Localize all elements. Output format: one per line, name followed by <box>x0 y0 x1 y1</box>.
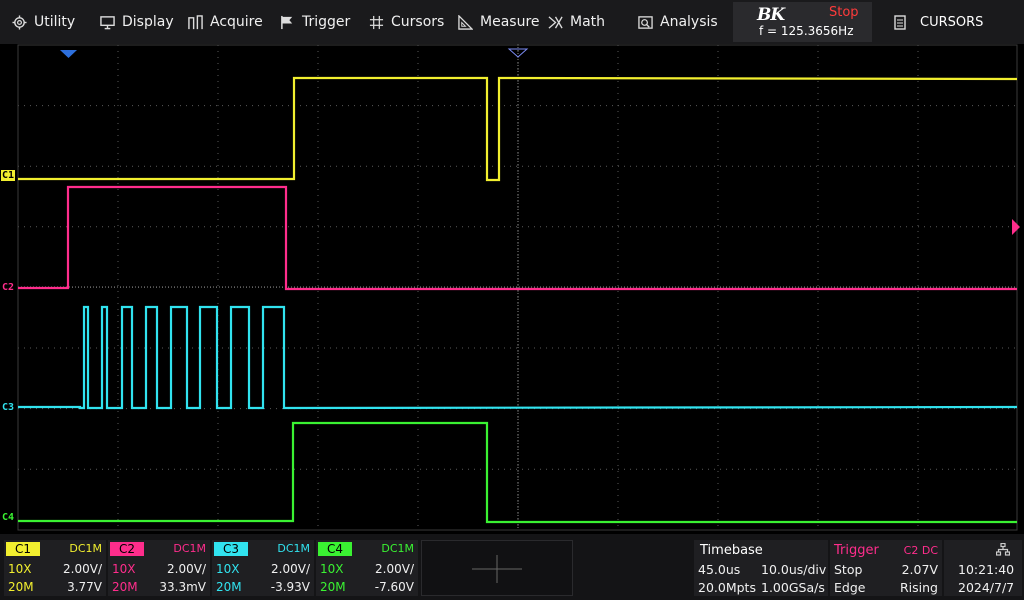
channel-1-level-label[interactable]: C1 <box>1 170 16 181</box>
trigger-level: 2.07V <box>901 562 938 577</box>
monitor-icon <box>100 15 115 29</box>
channel-3-probe: 10X <box>216 562 240 576</box>
channel-1-settings[interactable]: C1 DC1M 10X 2.00V/ 20M 3.77V <box>4 540 106 596</box>
timebase-label: Timebase <box>700 543 763 558</box>
menu-acquire[interactable]: Acquire <box>188 0 263 44</box>
channel-4-scale: 2.00V/ <box>375 562 414 576</box>
menu-measure[interactable]: Measure <box>458 0 540 44</box>
channel-4-offset: -7.60V <box>374 580 414 594</box>
trigger-level-marker[interactable] <box>1012 219 1020 235</box>
trigger-mode: Stop <box>834 562 863 577</box>
trigger-panel[interactable]: Trigger C2 DC Stop 2.07V Edge Rising <box>830 540 942 596</box>
math-icon <box>548 15 563 29</box>
menu-math-label: Math <box>570 14 606 30</box>
channel-4-level-label[interactable]: C4 <box>1 512 15 523</box>
menu-analysis[interactable]: Analysis <box>638 0 718 44</box>
clock-date: 2024/7/7 <box>958 580 1015 595</box>
channel-4-probe: 10X <box>320 562 344 576</box>
trigger-position-marker[interactable] <box>60 50 77 58</box>
flag-icon <box>281 15 293 29</box>
trigger-source: C2 DC <box>903 544 938 557</box>
menu-trigger[interactable]: Trigger <box>280 0 350 44</box>
menu-utility[interactable]: Utility <box>12 0 75 44</box>
menu-trigger-label: Trigger <box>302 14 351 30</box>
menu-cursors[interactable]: Cursors <box>369 0 444 44</box>
channel-3-coupling: DC1M <box>277 542 310 555</box>
channel-2-tag: C2 <box>110 542 144 556</box>
clock-panel: 10:21:40 2024/7/7 <box>944 540 1022 596</box>
channel-1-coupling: DC1M <box>69 542 102 555</box>
channel-1-offset: 3.77V <box>67 580 102 594</box>
channel-3-offset: -3.93V <box>270 580 310 594</box>
channel-4-settings[interactable]: C4 DC1M 10X 2.00V/ 20M -7.60V <box>316 540 418 596</box>
trigger-type: Edge <box>834 580 866 595</box>
brand-status-panel: BK Stop f = 125.3656Hz <box>733 2 872 42</box>
run-status[interactable]: Stop <box>829 5 859 20</box>
gear-icon <box>12 14 27 30</box>
top-menu-bar: Utility Display Acquire Trigger Cursors … <box>0 0 1024 44</box>
channel-4-coupling: DC1M <box>381 542 414 555</box>
channel-3-tag: C3 <box>214 542 248 556</box>
brand-logo: BK <box>757 5 785 25</box>
menu-display-label: Display <box>122 14 174 30</box>
channel-1-scale: 2.00V/ <box>63 562 102 576</box>
channel-2-offset: 33.3mV <box>159 580 206 594</box>
timebase-delay: 45.0us <box>698 562 741 577</box>
channel-2-level-label[interactable]: C2 <box>1 282 15 293</box>
waveform-display[interactable]: C1 C2 C3 C4 <box>0 44 1024 534</box>
clock-time: 10:21:40 <box>958 562 1015 577</box>
add-channel-slot[interactable] <box>421 540 573 596</box>
memory-depth: 20.0Mpts <box>698 580 756 595</box>
acquire-icon <box>188 14 203 29</box>
channel-3-bandwidth: 20M <box>216 580 242 594</box>
timebase-panel[interactable]: Timebase 45.0us 10.0us/div 20.0Mpts 1.00… <box>694 540 828 596</box>
ruler-icon <box>458 14 473 30</box>
menu-math[interactable]: Math <box>548 0 605 44</box>
channel-2-coupling: DC1M <box>173 542 206 555</box>
channel-2-scale: 2.00V/ <box>167 562 206 576</box>
channel-1-bandwidth: 20M <box>8 580 34 594</box>
document-icon <box>894 14 906 30</box>
frequency-readout: f = 125.3656Hz <box>759 24 854 38</box>
analysis-icon <box>638 15 653 29</box>
channel-1-probe: 10X <box>8 562 32 576</box>
channel-3-level-label[interactable]: C3 <box>1 402 15 413</box>
crosshair-icon <box>369 15 384 29</box>
menu-measure-label: Measure <box>480 14 540 30</box>
menu-display[interactable]: Display <box>100 0 174 44</box>
menu-cursors-label: Cursors <box>391 14 445 30</box>
cursors-panel-button[interactable]: CURSORS <box>876 0 1024 44</box>
trigger-label: Trigger <box>834 543 879 558</box>
channel-3-scale: 2.00V/ <box>271 562 310 576</box>
channel-3-settings[interactable]: C3 DC1M 10X 2.00V/ 20M -3.93V <box>212 540 314 596</box>
network-icon <box>996 543 1010 556</box>
menu-acquire-label: Acquire <box>210 14 263 30</box>
channel-2-settings[interactable]: C2 DC1M 10X 2.00V/ 20M 33.3mV <box>108 540 210 596</box>
sample-rate: 1.00GSa/s <box>761 580 825 595</box>
channel-4-tag: C4 <box>318 542 352 556</box>
trigger-slope: Rising <box>899 580 938 595</box>
channel-4-bandwidth: 20M <box>320 580 346 594</box>
menu-utility-label: Utility <box>34 14 76 30</box>
timebase-scale: 10.0us/div <box>761 562 827 577</box>
plus-icon <box>472 555 522 583</box>
channel-1-tag: C1 <box>6 542 40 556</box>
channel-2-probe: 10X <box>112 562 136 576</box>
cursors-panel-label: CURSORS <box>920 14 984 30</box>
waveform-canvas <box>17 44 1020 531</box>
channel-2-bandwidth: 20M <box>112 580 138 594</box>
menu-analysis-label: Analysis <box>660 14 718 30</box>
